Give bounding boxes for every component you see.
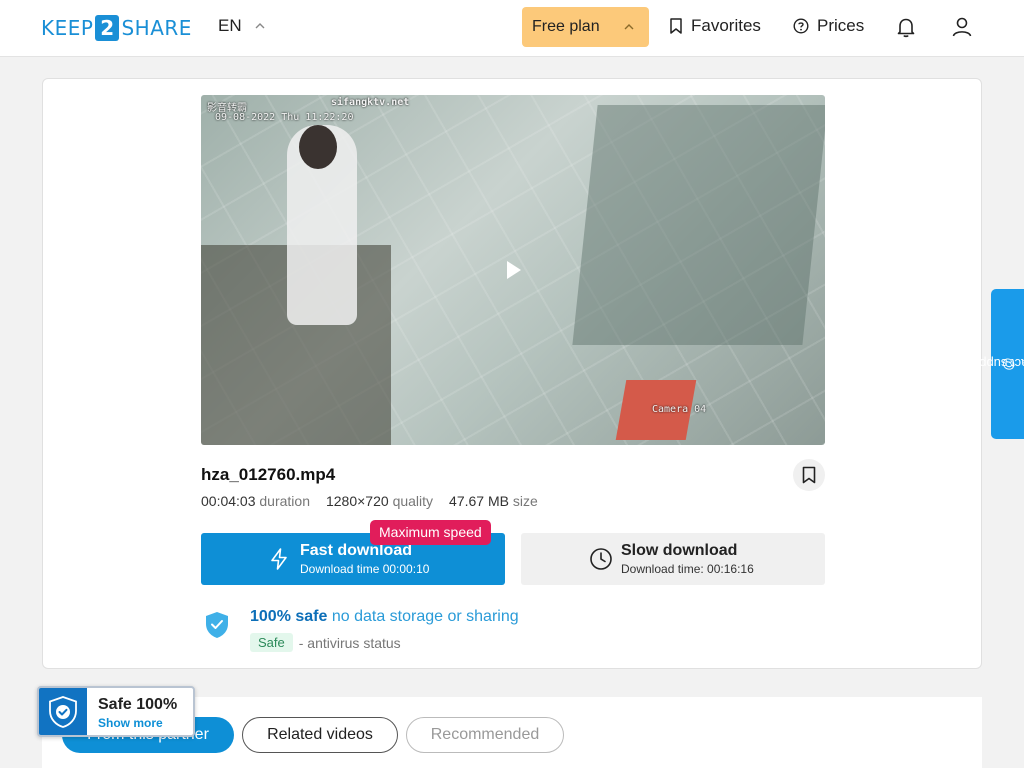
logo-text-right: SHARE: [121, 16, 192, 40]
user-icon[interactable]: [950, 15, 974, 39]
slow-download-button[interactable]: Slow download Download time: 00:16:16: [521, 533, 825, 585]
safety-strong: 100% safe: [250, 608, 328, 625]
quality-meta: 1280×720 quality: [326, 493, 433, 509]
safe-widget-link[interactable]: Show more: [98, 716, 163, 730]
size-meta: 47.67 MB size: [449, 493, 538, 509]
play-icon[interactable]: [507, 261, 521, 279]
safe-widget[interactable]: Safe 100% Show more: [37, 686, 195, 737]
contact-support-label: @ contact support: [963, 357, 1024, 372]
bookmark-icon: [670, 18, 682, 34]
language-label: EN: [218, 16, 242, 35]
maximum-speed-badge: Maximum speed: [370, 520, 491, 545]
bell-icon[interactable]: [894, 15, 918, 39]
duration-label: duration: [259, 493, 310, 509]
video-player[interactable]: 影音转霸 sifangktv.net 09-08-2022 Thu 11:22:…: [201, 95, 825, 445]
antivirus-text: - antivirus status: [298, 634, 401, 651]
safe-widget-icon-box: [39, 688, 87, 735]
keep2share-logo[interactable]: KEEP 2 SHARE: [41, 15, 192, 41]
safety-statement: 100% safe no data storage or sharing: [250, 608, 519, 626]
video-frame-cabinet: [572, 105, 825, 345]
antivirus-status: Safe - antivirus status: [250, 633, 401, 652]
logo-text-left: KEEP: [41, 16, 94, 40]
plan-label: Free plan: [532, 18, 600, 35]
antivirus-badge: Safe: [250, 633, 293, 652]
prices-label: Prices: [817, 16, 865, 35]
duration-value: 00:04:03: [201, 493, 256, 509]
shield-check-icon: [206, 612, 228, 638]
chevron-up-icon: [624, 24, 634, 30]
quality-label: quality: [392, 493, 434, 509]
plan-button[interactable]: Free plan: [522, 7, 649, 47]
video-frame-head: [299, 125, 337, 169]
add-favorite-button[interactable]: [793, 459, 825, 491]
slow-download-title: Slow download: [621, 542, 738, 559]
safety-rest: no data storage or sharing: [331, 608, 519, 625]
duration-meta: 00:04:03 duration: [201, 493, 310, 509]
language-selector[interactable]: EN: [218, 16, 266, 36]
slow-download-time: Download time: 00:16:16: [621, 562, 754, 576]
favorites-label: Favorites: [691, 16, 761, 35]
clock-icon: [590, 548, 612, 570]
size-value: 47.67 MB: [449, 493, 509, 509]
prices-link[interactable]: Prices: [793, 16, 864, 36]
safe-widget-title: Safe 100%: [98, 696, 178, 713]
tab-recommended[interactable]: Recommended: [406, 717, 564, 753]
osd-datetime: 09-08-2022 Thu 11:22:20: [215, 112, 354, 123]
contact-support-text: contact support: [963, 356, 1024, 372]
quality-value: 1280×720: [325, 493, 389, 509]
lightning-icon: [271, 548, 287, 570]
favorites-link[interactable]: Favorites: [669, 16, 761, 36]
file-name: hza_012760.mp4: [201, 465, 336, 484]
file-meta: 00:04:03 duration 1280×720 quality 47.67…: [201, 493, 538, 509]
bookmark-icon: [802, 466, 816, 484]
shield-check-icon: [49, 695, 77, 728]
tab-related-videos[interactable]: Related videos: [242, 717, 398, 753]
contact-support-tab[interactable]: @ contact support: [963, 289, 1024, 439]
chevron-up-icon: [255, 23, 265, 29]
top-header: KEEP 2 SHARE EN Free plan Favorites Pric…: [0, 0, 1024, 57]
osd-watermark: sifangktv.net: [331, 97, 410, 108]
file-card: 影音转霸 sifangktv.net 09-08-2022 Thu 11:22:…: [42, 78, 982, 669]
size-label: size: [512, 493, 538, 509]
logo-badge: 2: [95, 15, 120, 41]
help-circle-icon: [793, 18, 809, 34]
fast-download-time: Download time 00:00:10: [300, 562, 430, 576]
osd-camera: Camera 04: [652, 404, 707, 415]
